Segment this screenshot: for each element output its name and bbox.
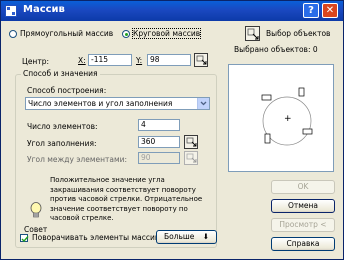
pick-angle-disabled-icon xyxy=(186,153,197,163)
between-angle-field: 90 xyxy=(138,152,180,164)
window-title: Массив xyxy=(23,4,65,15)
polar-array-radio[interactable] xyxy=(122,30,130,38)
item-count-field[interactable]: 4 xyxy=(138,119,180,131)
pick-center-button[interactable] xyxy=(194,53,208,67)
tip-text: Положительное значение угла закрашивания… xyxy=(50,176,203,222)
method-group-title: Способ и значения xyxy=(21,69,100,78)
pick-fill-angle-button[interactable] xyxy=(184,135,198,149)
array-preview-image: + xyxy=(261,87,313,146)
app-icon xyxy=(5,5,17,17)
ok-button: OK xyxy=(271,180,335,194)
array-dialog: Массив ? ✕ Прямоугольный массив Круговой… xyxy=(0,0,344,260)
more-button-label: Больше xyxy=(163,232,195,241)
between-angle-label: Угол между элементами: xyxy=(27,155,128,164)
checkmark-icon xyxy=(21,236,29,243)
select-objects-icon xyxy=(247,28,259,40)
more-button[interactable]: Больше ⬇ xyxy=(156,230,217,244)
pick-angle-icon xyxy=(186,137,197,147)
select-objects-label[interactable]: Выбор объектов xyxy=(266,29,330,38)
item-count-label: Число элементов: xyxy=(27,122,98,131)
center-y-label: Y: xyxy=(136,56,143,65)
help-icon[interactable]: ? xyxy=(303,3,319,18)
pick-between-angle-button xyxy=(184,151,198,165)
center-x-field[interactable]: -115 xyxy=(88,54,132,66)
preview-center-marker: + xyxy=(284,114,292,124)
lightbulb-icon xyxy=(30,202,42,218)
select-objects-button[interactable] xyxy=(245,26,260,41)
construction-method-label: Способ построения: xyxy=(27,86,107,95)
rotate-items-label[interactable]: Поворачивать элементы массива xyxy=(32,233,164,242)
chevron-down-icon[interactable] xyxy=(197,98,209,109)
polar-array-label[interactable]: Круговой массив xyxy=(131,28,202,39)
double-arrow-down-icon: ⬇ xyxy=(202,232,210,241)
fill-angle-label: Угол заполнения: xyxy=(27,139,97,148)
array-preview-pane: + xyxy=(228,64,334,172)
help-button[interactable]: Справка xyxy=(271,237,335,251)
center-x-label: X: xyxy=(78,56,86,65)
center-y-field[interactable]: 98 xyxy=(147,54,191,66)
construction-method-select[interactable]: Число элементов и угол заполнения xyxy=(25,97,210,110)
close-icon[interactable]: ✕ xyxy=(322,3,338,18)
rect-array-label[interactable]: Прямоугольный массив xyxy=(20,29,113,38)
cancel-button[interactable]: Отмена xyxy=(271,199,335,213)
construction-method-value: Число элементов и угол заполнения xyxy=(28,99,173,108)
center-label: Центр: xyxy=(22,57,49,66)
selected-count-text: Выбрано объектов: 0 xyxy=(234,45,318,54)
preview-button: Просмотр < xyxy=(271,218,335,232)
rect-array-radio[interactable] xyxy=(9,30,17,38)
pick-point-icon xyxy=(196,55,207,65)
rotate-items-checkbox[interactable] xyxy=(20,234,29,243)
fill-angle-field[interactable]: 360 xyxy=(138,136,180,148)
title-bar[interactable]: Массив ? ✕ xyxy=(1,1,343,21)
